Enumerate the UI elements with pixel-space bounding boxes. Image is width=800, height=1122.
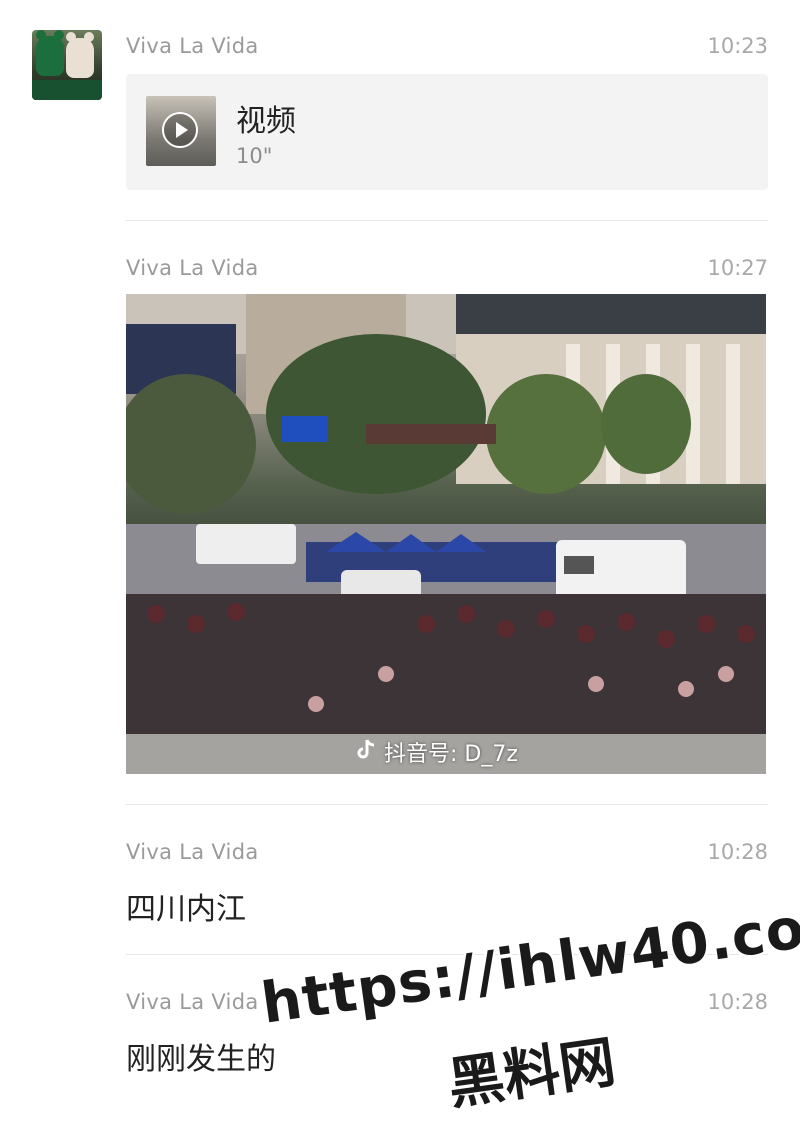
video-thumbnail[interactable] xyxy=(146,96,216,166)
play-icon xyxy=(162,112,198,148)
video-duration: 10" xyxy=(236,144,273,168)
crowd-scene-image xyxy=(126,294,766,774)
sender-avatar[interactable] xyxy=(32,30,102,100)
message-time: 10:28 xyxy=(707,990,768,1014)
watermark-url: https://ihlw40.com xyxy=(257,887,800,1037)
tiktok-icon xyxy=(357,739,375,759)
message-time: 10:28 xyxy=(707,840,768,864)
message-time: 10:27 xyxy=(707,256,768,280)
text-message[interactable]: 四川内江 xyxy=(126,884,246,928)
sender-name: Viva La Vida xyxy=(126,256,259,280)
image-message[interactable] xyxy=(126,294,766,774)
green-bear-figure xyxy=(36,30,64,76)
message-time: 10:23 xyxy=(707,34,768,58)
avatar-base xyxy=(32,80,102,100)
white-bear-figure xyxy=(66,32,94,78)
sender-name: Viva La Vida xyxy=(126,34,259,58)
video-label: 视频 xyxy=(236,104,296,139)
video-message-card[interactable]: 视频 10" xyxy=(126,74,768,190)
image-watermark: 抖音号: D_7z xyxy=(384,742,518,767)
divider xyxy=(126,804,768,805)
sender-name: Viva La Vida xyxy=(126,840,259,864)
divider xyxy=(126,220,768,221)
watermark-brand: 黑料网 xyxy=(444,1029,620,1118)
text-message[interactable]: 刚刚发生的 xyxy=(126,1034,276,1078)
sender-name: Viva La Vida xyxy=(126,990,259,1014)
